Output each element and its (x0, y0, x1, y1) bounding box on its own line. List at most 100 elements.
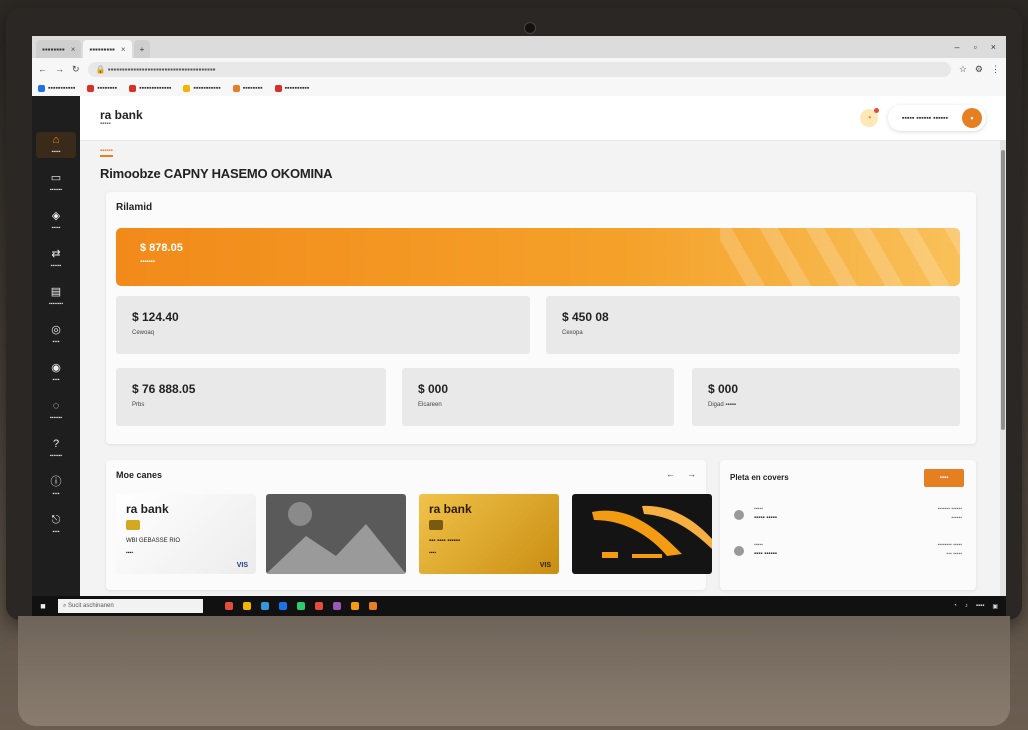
notifications-icon[interactable]: ▣ (992, 603, 998, 610)
breadcrumb[interactable]: ▪▪▪▪▪▪ (100, 148, 113, 157)
logo[interactable]: ra bank ▪▪▪▪▪ (100, 109, 143, 127)
close-icon[interactable]: × (71, 45, 76, 54)
scrollbar-thumb[interactable] (1001, 150, 1005, 430)
taskbar-app-icon-4[interactable] (297, 602, 305, 610)
clock[interactable]: ▪▪▪▪ (976, 603, 985, 609)
star-icon[interactable]: ☆ (959, 64, 967, 75)
sidebar-item-label: ▪▪▪▪▪▪▪ (49, 453, 63, 459)
sidebar-item-label: ▪▪▪▪▪▪ (50, 263, 62, 269)
stat-label: Cewoaq (132, 330, 155, 336)
stat-label: Digad ▪▪▪▪▪ (708, 402, 736, 408)
close-icon[interactable]: × (121, 45, 126, 54)
forward-icon[interactable]: → (55, 64, 64, 74)
stat-label: Prbs (132, 402, 145, 408)
prev-arrow-icon[interactable]: ← (666, 469, 675, 479)
sidebar-item-3[interactable]: ⇄ ▪▪▪▪▪▪ (36, 246, 76, 272)
sidebar-item-label: ▪▪▪▪ (52, 339, 60, 345)
sidebar-item-7[interactable]: ◌ ▪▪▪▪▪▪▪ (36, 398, 76, 424)
balance-stat-1[interactable]: $ 450 08 Cexopa (546, 296, 960, 354)
balance-stat-2[interactable]: $ 76 888.05 Prbs (116, 368, 386, 426)
taskbar-app-icon-2[interactable] (261, 602, 269, 610)
bank-card-1[interactable] (266, 494, 406, 574)
sidebar-item-label: ▪▪▪▪▪▪▪▪ (48, 301, 64, 307)
bank-card-0[interactable]: ra bank WBI GEBASSE RIO ▪▪▪▪ VIS (116, 494, 256, 574)
sidebar-item-4[interactable]: ▤ ▪▪▪▪▪▪▪▪ (36, 284, 76, 310)
notification-bell-icon[interactable]: ◔ (859, 108, 879, 127)
sidebar-item-label: ▪▪▪▪ (52, 491, 60, 497)
sidebar-item-label: ▪▪▪▪ (52, 529, 60, 535)
close-window-icon[interactable]: × (991, 42, 996, 52)
url-text: ▪▪▪▪▪▪▪▪▪▪▪▪▪▪▪▪▪▪▪▪▪▪▪▪▪▪▪▪▪▪▪▪▪▪▪▪▪▪ (107, 64, 216, 74)
balance-stat-4[interactable]: $ 000 Digad ▪▪▪▪▪ (692, 368, 960, 426)
balance-stat-3[interactable]: $ 000 Elcareen (402, 368, 674, 426)
bank-card-3[interactable] (572, 494, 712, 574)
payment-row-0[interactable]: ▪▪▪▪▪ ▪▪▪▪▪ ▪▪▪▪▪ ▪▪▪▪▪▪▪ ▪▪▪▪▪▪ ▪▪▪▪▪▪ (730, 504, 966, 528)
bookmark-4[interactable]: ▪▪▪▪▪▪▪▪ (232, 84, 263, 92)
sidebar-item-5[interactable]: ◎ ▪▪▪▪ (36, 322, 76, 348)
total-balance-card[interactable]: $ 878.05 ▪▪▪▪▪▪▪ (116, 228, 960, 286)
taskbar-apps (225, 602, 377, 610)
user-icon: ◉ (51, 362, 61, 374)
bookmark-2[interactable]: ▪▪▪▪▪▪▪▪▪▪▪▪▪ (129, 84, 172, 92)
bookmark-3[interactable]: ▪▪▪▪▪▪▪▪▪▪▪ (183, 84, 221, 92)
taskbar-app-icon-6[interactable] (333, 602, 341, 610)
payment-date: ▪▪▪ ▪▪▪▪▪ (946, 551, 962, 557)
taskbar-app-icon-1[interactable] (243, 602, 251, 610)
minimize-icon[interactable]: – (955, 42, 960, 52)
address-bar[interactable]: 🔒 ▪▪▪▪▪▪▪▪▪▪▪▪▪▪▪▪▪▪▪▪▪▪▪▪▪▪▪▪▪▪▪▪▪▪▪▪▪▪ (87, 61, 951, 77)
payment-label: ▪▪▪▪▪ (754, 506, 763, 512)
card-number: ▪▪▪ ▪▪▪▪ ▪▪▪▪▪▪ (429, 538, 460, 544)
browser-tab-1[interactable]: ▪▪▪▪▪▪▪▪▪ × (83, 40, 132, 58)
bank-card-2[interactable]: ra bank ▪▪▪ ▪▪▪▪ ▪▪▪▪▪▪ ▪▪▪▪ VIS (419, 494, 559, 574)
webcam-icon (524, 22, 536, 34)
volume-icon[interactable]: ♪ (965, 603, 968, 609)
taskbar-app-icon-3[interactable] (279, 602, 287, 610)
reload-icon[interactable]: ↻ (72, 64, 80, 75)
scrollbar[interactable] (1000, 140, 1006, 596)
payment-row-1[interactable]: ▪▪▪▪▪ ▪▪▪▪ ▪▪▪▪▪▪ ▪▪▪▪▪▪▪▪ ▪▪▪▪▪ ▪▪▪ ▪▪▪… (730, 540, 966, 564)
next-arrow-icon[interactable]: → (687, 469, 696, 479)
payments-action-button[interactable]: ▪▪▪▪ (924, 469, 964, 487)
bookmark-favicon-icon (38, 84, 45, 92)
sidebar-item-9[interactable]: ⓘ ▪▪▪▪ (36, 474, 76, 500)
payments-panel: Pleta en covers ▪▪▪▪ ▪▪▪▪▪ ▪▪▪▪▪ ▪▪▪▪▪ ▪… (720, 460, 976, 590)
new-tab-button[interactable]: + (133, 40, 151, 58)
sidebar-item-1[interactable]: ▭ ▪▪▪▪▪▪▪ (36, 170, 76, 196)
sidebar-item-6[interactable]: ◉ ▪▪▪▪ (36, 360, 76, 386)
network-icon[interactable]: ◔ (953, 603, 957, 609)
start-icon[interactable]: ■ (36, 601, 50, 611)
cards-title: Moe canes (116, 470, 163, 480)
taskbar-app-icon-0[interactable] (225, 602, 233, 610)
bookmark-label: ▪▪▪▪▪▪▪▪▪▪ (284, 84, 310, 92)
bookmark-0[interactable]: ▪▪▪▪▪▪▪▪▪▪▪ (38, 84, 76, 92)
taskbar-app-icon-7[interactable] (351, 602, 359, 610)
maximize-icon[interactable]: ▫ (974, 42, 977, 52)
stat-amount: $ 000 (418, 382, 449, 396)
bookmark-label: ▪▪▪▪▪▪▪▪▪▪▪ (48, 84, 76, 92)
sidebar-item-8[interactable]: ? ▪▪▪▪▪▪▪ (36, 436, 76, 462)
balances-panel: Rilamid $ 878.05 ▪▪▪▪▪▪▪ $ 124.40 Cewoaq… (106, 192, 976, 444)
bookmark-favicon-icon (87, 84, 95, 92)
browser-toolbar: ← → ↻ 🔒 ▪▪▪▪▪▪▪▪▪▪▪▪▪▪▪▪▪▪▪▪▪▪▪▪▪▪▪▪▪▪▪▪… (32, 58, 1006, 80)
bookmark-label: ▪▪▪▪▪▪▪▪▪▪▪▪▪ (139, 84, 172, 92)
sidebar-item-2[interactable]: ◈ ▪▪▪▪▪ (36, 208, 76, 234)
balance-stat-0[interactable]: $ 124.40 Cewoaq (116, 296, 530, 354)
user-name: ▪▪▪▪▪ ▪▪▪▪▪▪ ▪▪▪▪▪▪ (901, 114, 948, 122)
menu-icon[interactable]: ⋮ (991, 64, 1000, 75)
logo-text: ra bank (100, 108, 143, 122)
extensions-icon[interactable]: ⚙ (975, 64, 983, 75)
sidebar-item-10[interactable]: ⎋ ▪▪▪▪ (36, 512, 76, 538)
monitor-chin (18, 616, 1010, 726)
bookmark-5[interactable]: ▪▪▪▪▪▪▪▪▪▪ (274, 84, 310, 92)
taskbar-search[interactable]: ⌕ Sucit aschinanen (58, 599, 203, 613)
payment-date: ▪▪▪▪▪▪ (951, 515, 962, 521)
bookmark-1[interactable]: ▪▪▪▪▪▪▪▪ (87, 84, 118, 92)
browser-tab-0[interactable]: ▪▪▪▪▪▪▪▪ × (36, 40, 82, 58)
card-expiry: ▪▪▪▪ (126, 550, 134, 556)
bookmark-label: ▪▪▪▪▪▪▪▪ (97, 84, 118, 92)
taskbar-app-icon-5[interactable] (315, 602, 323, 610)
taskbar-app-icon-8[interactable] (369, 602, 377, 610)
user-menu[interactable]: ▪▪▪▪▪ ▪▪▪▪▪▪ ▪▪▪▪▪▪ ▪ (887, 105, 986, 131)
sidebar-item-0[interactable]: ⌂ ▪▪▪▪▪ (36, 132, 76, 158)
back-icon[interactable]: ← (38, 64, 47, 74)
